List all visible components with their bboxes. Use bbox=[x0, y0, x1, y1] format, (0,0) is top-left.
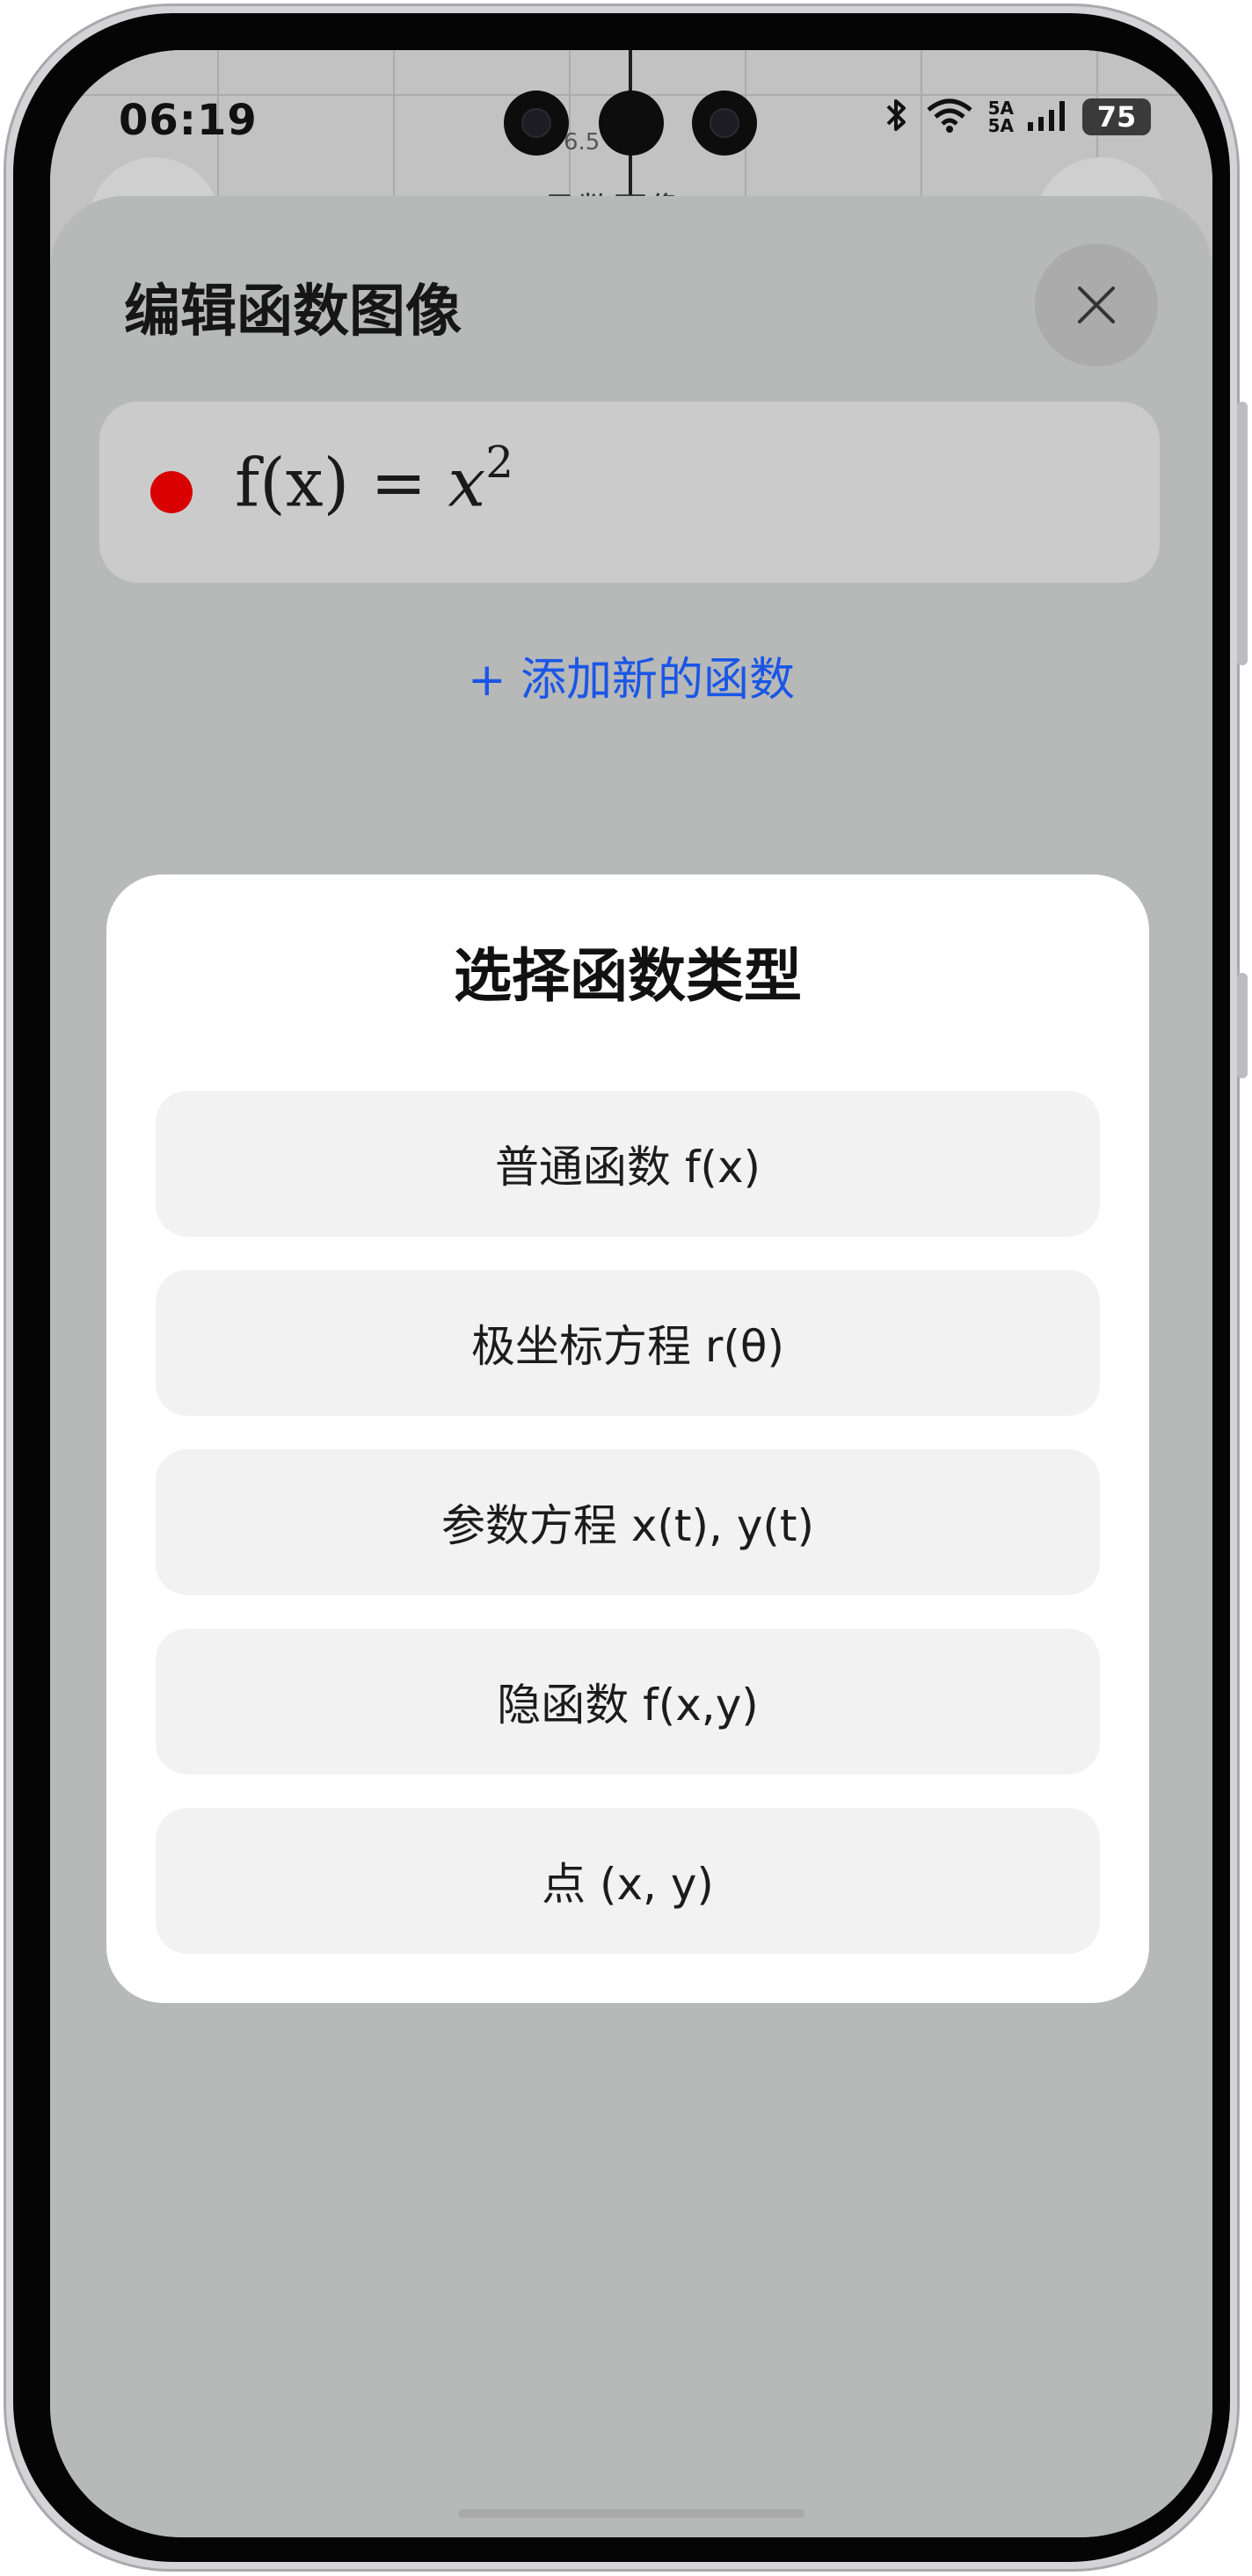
background-axis-tick: 6.5 bbox=[564, 129, 601, 156]
option-normal-function[interactable]: 普通函数 f(x) bbox=[156, 1091, 1100, 1237]
option-parametric-equation[interactable]: 参数方程 x(t), y(t) bbox=[156, 1449, 1100, 1595]
status-icons: 5A 5A 75 bbox=[881, 96, 1151, 138]
function-exponent: 2 bbox=[485, 437, 513, 488]
camera-center bbox=[599, 91, 664, 156]
option-implicit-function[interactable]: 隐函数 f(x,y) bbox=[156, 1629, 1100, 1774]
close-icon bbox=[1078, 287, 1115, 323]
function-type-dialog: 选择函数类型 普通函数 f(x) 极坐标方程 r(θ) 参数方程 x(t), y… bbox=[106, 874, 1149, 2003]
phone-frame: 6.5 函数图像 06:19 5A 5A bbox=[4, 4, 1248, 2572]
option-point[interactable]: 点 (x, y) bbox=[156, 1808, 1100, 1954]
battery-icon: 75 bbox=[1082, 98, 1151, 135]
bluetooth-icon bbox=[881, 96, 911, 138]
signal-label: 5A 5A bbox=[988, 99, 1014, 134]
sheet-title: 编辑函数图像 bbox=[124, 279, 462, 345]
camera-right bbox=[692, 91, 757, 156]
signal-label-bottom: 5A bbox=[987, 115, 1014, 136]
cell-signal-icon bbox=[1026, 98, 1070, 136]
option-polar-equation[interactable]: 极坐标方程 r(θ) bbox=[156, 1270, 1100, 1416]
dialog-title: 选择函数类型 bbox=[454, 942, 802, 1010]
function-entry[interactable]: f(x) = x2 bbox=[99, 402, 1160, 583]
home-indicator[interactable] bbox=[458, 2509, 804, 2518]
function-variable: x bbox=[448, 443, 486, 522]
close-button[interactable] bbox=[1035, 243, 1158, 366]
status-time: 06:19 bbox=[119, 96, 258, 145]
add-function-link[interactable]: + 添加新的函数 bbox=[50, 642, 1212, 708]
volume-button bbox=[1237, 402, 1248, 665]
power-button bbox=[1237, 973, 1248, 1078]
camera-left bbox=[504, 91, 569, 156]
function-expression: f(x) = x2 bbox=[235, 437, 513, 522]
signal-label-top: 5A bbox=[987, 98, 1014, 119]
screen: 6.5 函数图像 06:19 5A 5A bbox=[50, 50, 1212, 2537]
wifi-icon bbox=[923, 96, 976, 138]
function-lhs: f(x) = bbox=[235, 443, 427, 522]
edit-function-sheet: 编辑函数图像 f(x) = x2 + 添加新的函数 选择函数类型 普通函数 f(… bbox=[50, 196, 1212, 2537]
function-color-dot[interactable] bbox=[150, 471, 193, 513]
